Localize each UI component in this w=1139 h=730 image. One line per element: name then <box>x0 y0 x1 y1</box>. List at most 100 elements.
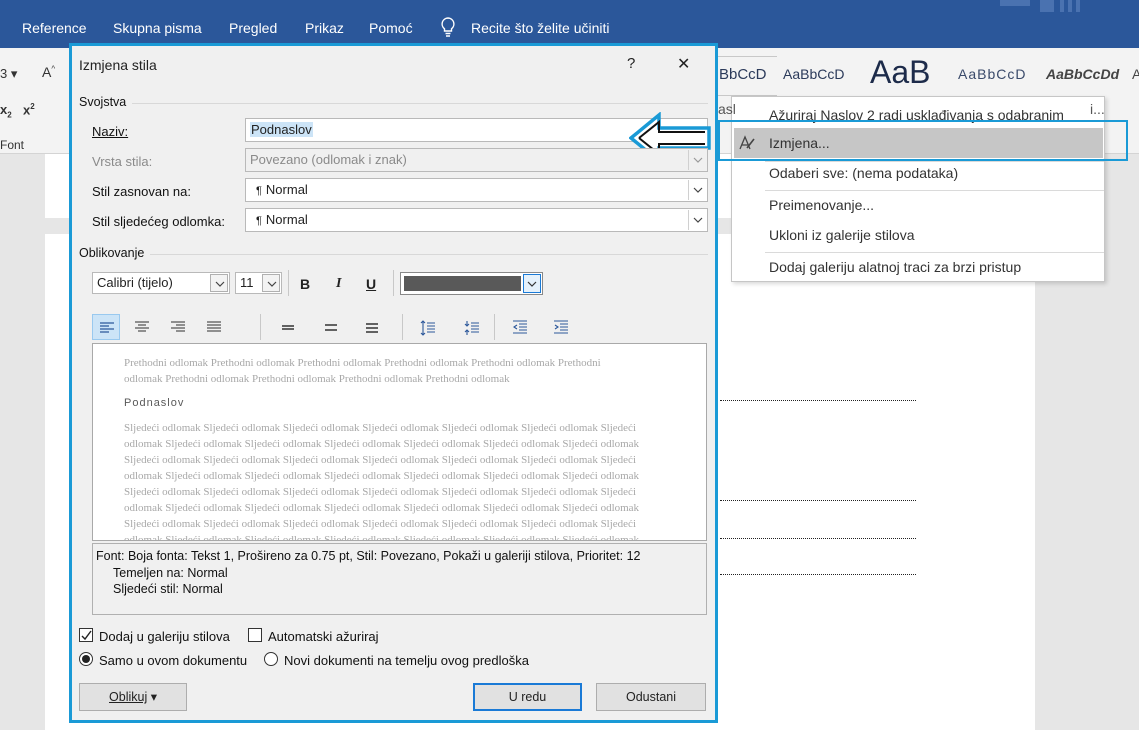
bold-button[interactable]: B <box>300 276 310 292</box>
description-line: Font: Boja fonta: Tekst 1, Prošireno za … <box>96 549 641 563</box>
toc-dots <box>720 538 916 539</box>
toc-dots <box>720 400 916 401</box>
menu-separator <box>765 252 1104 253</box>
next-style-value: Normal <box>265 212 308 227</box>
font-size-value: 11 <box>240 275 254 290</box>
toolbar-separator <box>393 270 394 296</box>
name-label: Naziv: <box>92 124 129 139</box>
subscript-icon[interactable]: x2 <box>0 102 12 120</box>
increase-spacing-button[interactable] <box>414 314 442 340</box>
toolbar-separator <box>288 270 289 296</box>
style-preview-emphasis[interactable]: AaBbCcDd <box>1046 66 1119 82</box>
decrease-spacing-button[interactable] <box>458 314 486 340</box>
decrease-indent-button[interactable] <box>506 314 534 340</box>
toc-dots <box>720 574 916 575</box>
dropdown-arrow-icon[interactable] <box>523 274 541 293</box>
justify-button[interactable] <box>200 314 228 340</box>
new-documents-radio[interactable] <box>264 652 278 666</box>
close-icon[interactable]: ✕ <box>677 54 690 74</box>
tab-review[interactable]: Pregled <box>229 20 277 36</box>
single-spacing-button[interactable] <box>274 314 302 340</box>
menu-overflow-right: i... <box>1090 101 1105 117</box>
description-line: Sljedeći stil: Normal <box>113 582 223 596</box>
dropdown-arrow-icon[interactable] <box>210 274 228 292</box>
style-preview-title[interactable]: AaB <box>870 54 930 91</box>
dropdown-arrow-icon[interactable] <box>688 180 706 200</box>
preview-following-paragraph: Sljedeći odlomak Sljedeći odlomak Sljede… <box>124 422 640 541</box>
style-preview-more[interactable]: A <box>1132 66 1139 82</box>
add-to-gallery-checkbox[interactable] <box>79 628 93 642</box>
align-right-button[interactable] <box>164 314 192 340</box>
formatting-group-label: Oblikovanje <box>79 246 145 260</box>
dropdown-arrow-icon[interactable] <box>688 210 706 230</box>
font-color-swatch <box>404 276 521 291</box>
style-preview-subtitle[interactable]: AaBbCcD <box>958 66 1026 82</box>
font-group-label: Font <box>0 138 25 152</box>
style-type-label: Vrsta stila: <box>92 154 153 169</box>
auto-update-label[interactable]: Automatski ažuriraj <box>268 629 379 644</box>
ok-button[interactable]: U redu <box>473 683 582 711</box>
properties-group-label: Svojstva <box>79 95 127 109</box>
grow-font-icon[interactable]: A^ <box>42 64 55 80</box>
tab-reference[interactable]: Reference <box>22 20 87 36</box>
next-style-label: Stil sljedećeg odlomka: <box>92 214 225 229</box>
font-name-dropdown[interactable]: Calibri (tijelo) <box>92 272 230 294</box>
format-button[interactable]: Oblikuj ▾ <box>79 683 187 711</box>
add-to-gallery-label[interactable]: Dodaj u galeriju stilova <box>99 629 230 644</box>
style-type-dropdown: Povezano (odlomak i znak) <box>245 148 708 172</box>
menu-item-rename[interactable]: Preimenovanje... <box>769 197 874 213</box>
menu-separator <box>765 161 1104 162</box>
one-and-half-spacing-button[interactable] <box>317 314 345 340</box>
italic-button[interactable]: I <box>336 276 341 292</box>
modify-highlight-frame <box>718 120 1128 161</box>
superscript-icon[interactable]: x2 <box>23 102 35 117</box>
style-preview-1[interactable]: BbCcD <box>719 66 767 83</box>
style-type-value: Povezano (odlomak i znak) <box>250 152 407 167</box>
auto-update-checkbox[interactable] <box>248 628 262 642</box>
font-size-dropdown[interactable]: 11 <box>235 272 282 294</box>
cancel-button-label: Odustani <box>625 690 677 704</box>
menu-item-select-all[interactable]: Odaberi sve: (nema podataka) <box>769 165 958 181</box>
preview-sample-text: Podnaslov <box>124 397 185 409</box>
group-divider <box>150 254 708 255</box>
align-center-button[interactable] <box>128 314 156 340</box>
name-value: Podnaslov <box>250 122 313 137</box>
next-style-dropdown[interactable]: ¶ Normal <box>245 208 708 232</box>
underline-button[interactable]: U <box>366 276 376 292</box>
paragraph-mark-icon: ¶ <box>256 215 262 227</box>
style-preview-2[interactable]: AaBbCcD <box>783 66 844 82</box>
modify-style-dialog: Izmjena stila ? ✕ Svojstva Naziv: Podnas… <box>69 43 718 723</box>
align-left-button[interactable] <box>92 314 120 340</box>
tab-view[interactable]: Prikaz <box>305 20 344 36</box>
tell-me-search[interactable]: Recite što želite učiniti <box>471 20 610 36</box>
only-this-document-label[interactable]: Samo u ovom dokumentu <box>99 653 247 668</box>
ribbon-decoration <box>1000 0 1090 14</box>
dropdown-arrow-icon[interactable] <box>262 274 280 292</box>
double-spacing-button[interactable] <box>358 314 386 340</box>
menu-item-add-to-qat[interactable]: Dodaj galeriju alatnoj traci za brzi pri… <box>769 259 1021 275</box>
font-size-dropdown-fragment[interactable]: 3 ▾ <box>0 66 17 82</box>
tab-help[interactable]: Pomoć <box>369 20 413 36</box>
style-preview-pane: Prethodni odlomak Prethodni odlomak Pret… <box>92 343 707 541</box>
menu-separator <box>765 190 1104 191</box>
ribbon-tabs-bar: Reference Skupna pisma Pregled Prikaz Po… <box>0 0 1139 48</box>
style-description: Font: Boja fonta: Tekst 1, Prošireno za … <box>92 543 707 615</box>
based-on-value: Normal <box>265 182 308 197</box>
toc-dots <box>720 500 916 501</box>
toolbar-separator <box>494 314 495 340</box>
based-on-dropdown[interactable]: ¶ Normal <box>245 178 708 202</box>
menu-item-remove-from-gallery[interactable]: Ukloni iz galerije stilova <box>769 227 915 243</box>
help-button[interactable]: ? <box>627 55 635 72</box>
font-color-dropdown[interactable] <box>400 272 543 295</box>
new-documents-label[interactable]: Novi dokumenti na temelju ovog predloška <box>284 653 529 668</box>
chevron-down-icon: ▾ <box>147 690 157 704</box>
cancel-button[interactable]: Odustani <box>596 683 706 711</box>
description-line: Temeljen na: Normal <box>113 565 228 580</box>
tab-mailings[interactable]: Skupna pisma <box>113 20 202 36</box>
preview-previous-paragraph: Prethodni odlomak Prethodni odlomak Pret… <box>124 357 601 385</box>
based-on-label: Stil zasnovan na: <box>92 184 192 199</box>
increase-indent-button[interactable] <box>547 314 575 340</box>
font-name-value: Calibri (tijelo) <box>97 275 173 290</box>
ok-button-label: U redu <box>508 690 547 704</box>
only-this-document-radio[interactable] <box>79 652 93 666</box>
